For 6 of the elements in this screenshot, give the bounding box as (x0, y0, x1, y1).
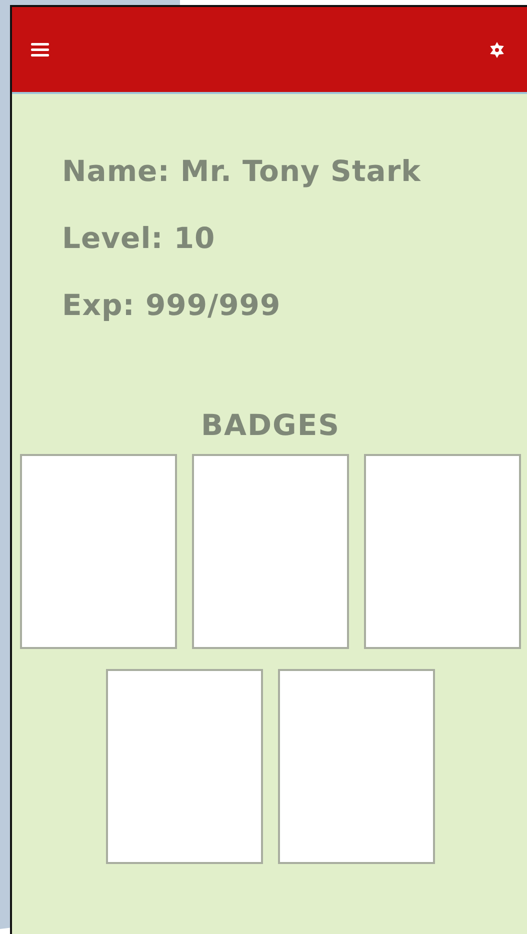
profile-field: Exp: 999/999 (62, 286, 525, 324)
menu-icon[interactable] (31, 42, 49, 56)
badges-heading: BADGES (200, 407, 342, 444)
settings-icon[interactable] (489, 42, 505, 58)
profile-field: Level: 10 (62, 219, 525, 257)
profile-field: Name: Mr. Tony Stark (62, 152, 525, 190)
